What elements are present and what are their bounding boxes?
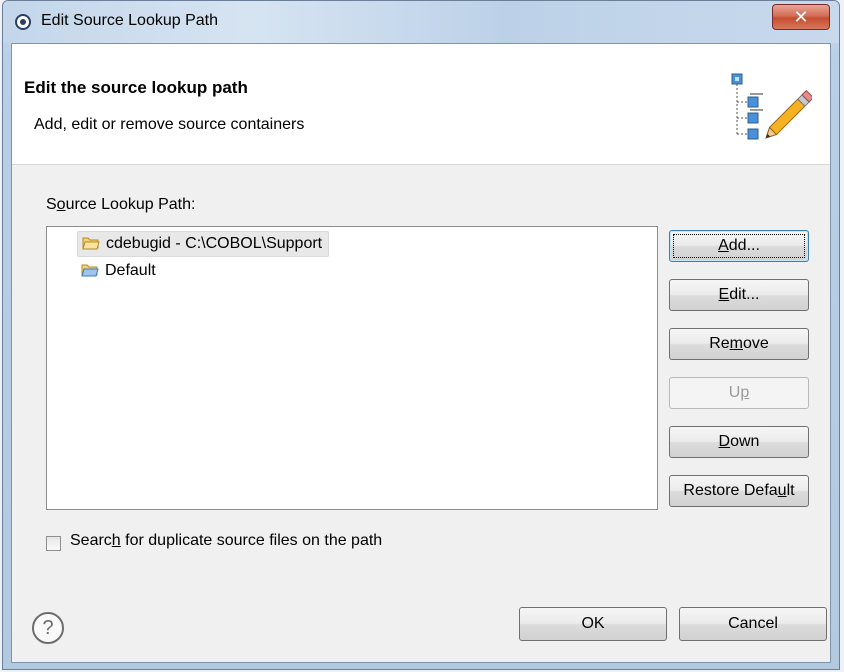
search-duplicates-checkbox[interactable] [46, 536, 61, 551]
window-title: Edit Source Lookup Path [41, 12, 219, 29]
dialog-body: Edit the source lookup path Add, edit or… [11, 43, 831, 663]
edit-button[interactable]: Edit... [669, 279, 809, 311]
close-icon: ✕ [793, 7, 809, 27]
button-text: lt [786, 482, 795, 499]
button-text: Re [709, 335, 730, 352]
source-lookup-list[interactable]: cdebugid - C:\COBOL\Support Default [46, 226, 658, 510]
cancel-button[interactable]: Cancel [679, 607, 827, 641]
add-button[interactable]: Add... [669, 230, 809, 262]
checkbox-text: for duplicate source files on the path [120, 532, 383, 549]
label-mnemonic: o [56, 196, 66, 213]
remove-button[interactable]: Remove [669, 328, 809, 360]
folder-open-blue-icon [81, 264, 99, 277]
page-title: Edit the source lookup path [24, 78, 248, 97]
button-mnemonic: p [740, 384, 750, 401]
checkbox-mnemonic: h [111, 532, 121, 549]
search-duplicates-label[interactable]: Search for duplicate source files on the… [70, 532, 382, 550]
list-item-label: cdebugid - C:\COBOL\Support [106, 235, 323, 252]
title-bar[interactable]: Edit Source Lookup Path ✕ [3, 1, 839, 43]
button-mnemonic: m [729, 335, 743, 352]
source-containers-pencil-icon [731, 73, 812, 140]
dialog-window: Edit Source Lookup Path ✕ Edit the sourc… [2, 0, 840, 670]
help-icon[interactable]: ? [32, 612, 64, 644]
eclipse-app-icon [15, 14, 31, 30]
button-text: dit... [729, 286, 760, 303]
button-text: own [730, 433, 760, 450]
page-description: Add, edit or remove source containers [34, 116, 305, 133]
close-button[interactable]: ✕ [772, 4, 830, 30]
button-text: ove [742, 335, 769, 352]
button-mnemonic: E [718, 286, 730, 303]
button-text: U [728, 384, 741, 401]
button-mnemonic: u [777, 482, 787, 499]
source-lookup-path-label: Source Lookup Path: [46, 196, 195, 214]
button-mnemonic: D [718, 433, 731, 450]
folder-open-icon [82, 237, 100, 250]
restore-default-button[interactable]: Restore Default [669, 475, 809, 507]
list-item-label: Default [105, 262, 156, 279]
label-text-b: urce Lookup Path: [65, 196, 196, 213]
title-area: Edit the source lookup path Add, edit or… [12, 44, 830, 165]
list-item-cdebugid[interactable]: cdebugid - C:\COBOL\Support [77, 231, 330, 257]
focus-ring [673, 234, 805, 258]
list-item-default[interactable]: Default [77, 259, 162, 283]
checkbox-text: Searc [70, 532, 112, 549]
button-text: Restore Defa [683, 482, 778, 499]
up-button[interactable]: Up [669, 377, 809, 409]
help-glyph: ? [42, 617, 54, 639]
down-button[interactable]: Down [669, 426, 809, 458]
ok-button[interactable]: OK [519, 607, 667, 641]
label-text-a: S [46, 196, 57, 213]
